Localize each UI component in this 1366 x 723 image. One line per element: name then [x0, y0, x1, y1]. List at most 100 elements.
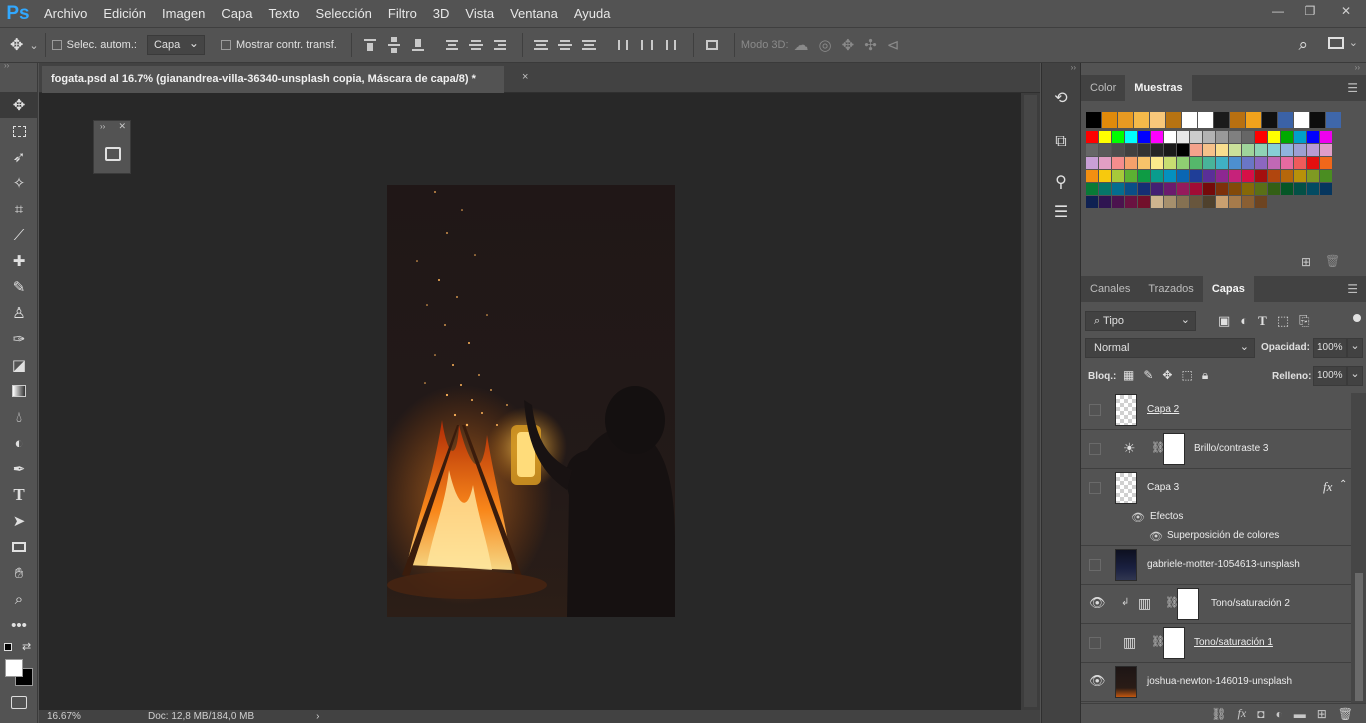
swatch[interactable] — [1086, 144, 1099, 156]
swatch[interactable] — [1216, 144, 1229, 156]
swatch[interactable] — [1177, 157, 1190, 169]
swatch[interactable] — [1177, 170, 1190, 182]
swatch[interactable] — [1177, 196, 1190, 208]
swatch[interactable] — [1229, 170, 1242, 182]
swatch[interactable] — [1203, 183, 1216, 195]
swatch[interactable] — [1255, 170, 1268, 182]
swatch[interactable] — [1086, 131, 1099, 143]
swatch[interactable] — [1125, 157, 1138, 169]
swatch[interactable] — [1203, 170, 1216, 182]
swatch[interactable] — [1281, 131, 1294, 143]
recent-swatch[interactable] — [1182, 112, 1198, 128]
swatch[interactable] — [1242, 170, 1255, 182]
new-group-icon[interactable]: ▬ — [1294, 707, 1306, 721]
swatch[interactable] — [1177, 183, 1190, 195]
layer-mask-thumbnail[interactable] — [1163, 433, 1185, 465]
adjustments-icon[interactable]: ☰ — [1042, 195, 1080, 229]
default-colors-icon[interactable] — [4, 643, 12, 651]
opacity-chevron-icon[interactable]: ⌄ — [1347, 338, 1363, 358]
layers-panel-menu-icon[interactable]: ☰ — [1347, 282, 1358, 296]
swatch[interactable] — [1320, 170, 1333, 182]
swap-colors-icon[interactable]: ⇄ — [22, 640, 31, 653]
filter-pixel-icon[interactable]: ▣ — [1218, 313, 1230, 329]
lock-transparent-icon[interactable]: ▦ — [1123, 368, 1134, 383]
swatch[interactable] — [1242, 183, 1255, 195]
gradient-tool-icon[interactable] — [0, 378, 38, 404]
swatch[interactable] — [1242, 144, 1255, 156]
recent-swatch[interactable] — [1198, 112, 1214, 128]
swatch[interactable] — [1151, 131, 1164, 143]
swatch[interactable] — [1086, 196, 1099, 208]
blend-mode-dropdown[interactable]: Normal ⌄ — [1085, 338, 1255, 358]
swatch[interactable] — [1190, 170, 1203, 182]
swatch[interactable] — [1281, 183, 1294, 195]
swatch[interactable] — [1151, 183, 1164, 195]
panels-collapse-icon[interactable]: ›› — [1081, 63, 1366, 75]
swatch[interactable] — [1294, 170, 1307, 182]
show-transform-checkbox[interactable] — [220, 40, 231, 50]
recent-swatch[interactable] — [1102, 112, 1118, 128]
delete-layer-icon[interactable]: 🗑︎ — [1338, 707, 1353, 721]
filter-type-icon[interactable]: T — [1258, 313, 1267, 329]
menu-vista[interactable]: Vista — [457, 0, 502, 27]
new-adjustment-icon[interactable]: ◐ — [1275, 707, 1282, 721]
lock-all-icon[interactable]: 🔒︎ — [1202, 368, 1208, 383]
swatch[interactable] — [1190, 144, 1203, 156]
swatch[interactable] — [1255, 183, 1268, 195]
workspace-chevron-icon[interactable]: ⌄ — [1349, 36, 1358, 49]
swatch[interactable] — [1307, 131, 1320, 143]
swatch[interactable] — [1255, 157, 1268, 169]
swatch[interactable] — [1203, 196, 1216, 208]
add-mask-icon[interactable]: ◘ — [1257, 707, 1264, 721]
auto-select-checkbox[interactable] — [51, 40, 62, 50]
swatch[interactable] — [1216, 131, 1229, 143]
align-vcenter-icon[interactable] — [386, 37, 402, 53]
swatch[interactable] — [1138, 183, 1151, 195]
new-swatch-icon[interactable]: ⊞ — [1301, 255, 1311, 269]
scrollbar-thumb[interactable] — [1355, 573, 1363, 701]
swatch[interactable] — [1177, 131, 1190, 143]
swatch[interactable] — [1086, 157, 1099, 169]
swatch[interactable] — [1125, 183, 1138, 195]
swatch[interactable] — [1320, 131, 1333, 143]
menu-ventana[interactable]: Ventana — [502, 0, 566, 27]
path-selection-tool-icon[interactable]: ➤ — [0, 508, 38, 534]
lock-artboard-icon[interactable]: ⬚ — [1181, 368, 1192, 383]
swatch[interactable] — [1229, 183, 1242, 195]
swatch[interactable] — [1294, 157, 1307, 169]
fx-collapse-icon[interactable]: ⌃ — [1339, 479, 1347, 490]
swatch[interactable] — [1268, 131, 1281, 143]
brush-settings-icon[interactable]: ⚲ — [1042, 165, 1080, 199]
link-layers-icon[interactable]: ⛓ — [1211, 707, 1226, 721]
menu-ayuda[interactable]: Ayuda — [566, 0, 619, 27]
swatch[interactable] — [1268, 183, 1281, 195]
menu-filtro[interactable]: Filtro — [380, 0, 425, 27]
recent-swatch[interactable] — [1262, 112, 1278, 128]
pen-tool-icon[interactable]: ✒ — [0, 456, 38, 482]
swatch[interactable] — [1112, 183, 1125, 195]
layer-name[interactable]: Capa 3 — [1147, 482, 1179, 493]
align-hcenter-icon[interactable] — [468, 37, 484, 53]
swatch[interactable] — [1099, 170, 1112, 182]
swatch[interactable] — [1294, 183, 1307, 195]
layer-visibility-toggle[interactable] — [1089, 443, 1101, 455]
menu-archivo[interactable]: Archivo — [36, 0, 95, 27]
swatch[interactable] — [1138, 131, 1151, 143]
swatch[interactable] — [1138, 144, 1151, 156]
layer-name[interactable]: Capa 2 — [1147, 404, 1179, 415]
swatch[interactable] — [1229, 157, 1242, 169]
swatch[interactable] — [1164, 157, 1177, 169]
layer-row-capa-2[interactable]: Capa 2 — [1081, 391, 1351, 430]
swatch[interactable] — [1151, 170, 1164, 182]
layer-row-joshua-newton[interactable]: 👁︎ joshua-newton-146019-unsplash — [1081, 663, 1351, 702]
recent-swatch[interactable] — [1118, 112, 1134, 128]
eraser-tool-icon[interactable]: ◪ — [0, 352, 38, 378]
swatch[interactable] — [1125, 170, 1138, 182]
quick-mask-icon[interactable] — [11, 696, 27, 709]
swatch[interactable] — [1255, 131, 1268, 143]
swatch[interactable] — [1164, 131, 1177, 143]
swatch[interactable] — [1190, 183, 1203, 195]
orbit-3d-icon[interactable]: ☁ — [794, 36, 809, 54]
document-image[interactable] — [387, 185, 675, 617]
swatch[interactable] — [1216, 157, 1229, 169]
